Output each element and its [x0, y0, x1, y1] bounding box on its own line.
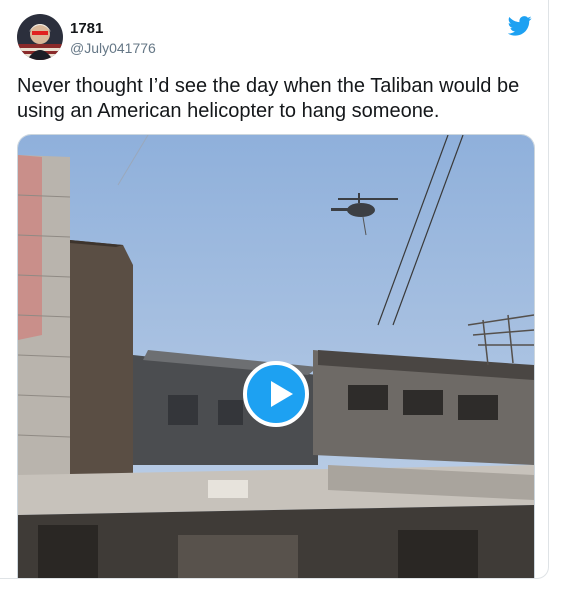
twitter-bird-icon[interactable] — [507, 16, 532, 36]
tweet-text: Never thought I’d see the day when the T… — [17, 75, 520, 122]
avatar[interactable] — [17, 14, 63, 60]
user-handle[interactable]: @July041776 — [70, 40, 156, 56]
play-icon[interactable] — [243, 361, 309, 427]
display-name[interactable]: 1781 — [70, 20, 103, 37]
tweet-card: 1781 @July041776 Never thought I’d see t… — [0, 0, 549, 579]
video-thumbnail[interactable] — [17, 134, 535, 578]
